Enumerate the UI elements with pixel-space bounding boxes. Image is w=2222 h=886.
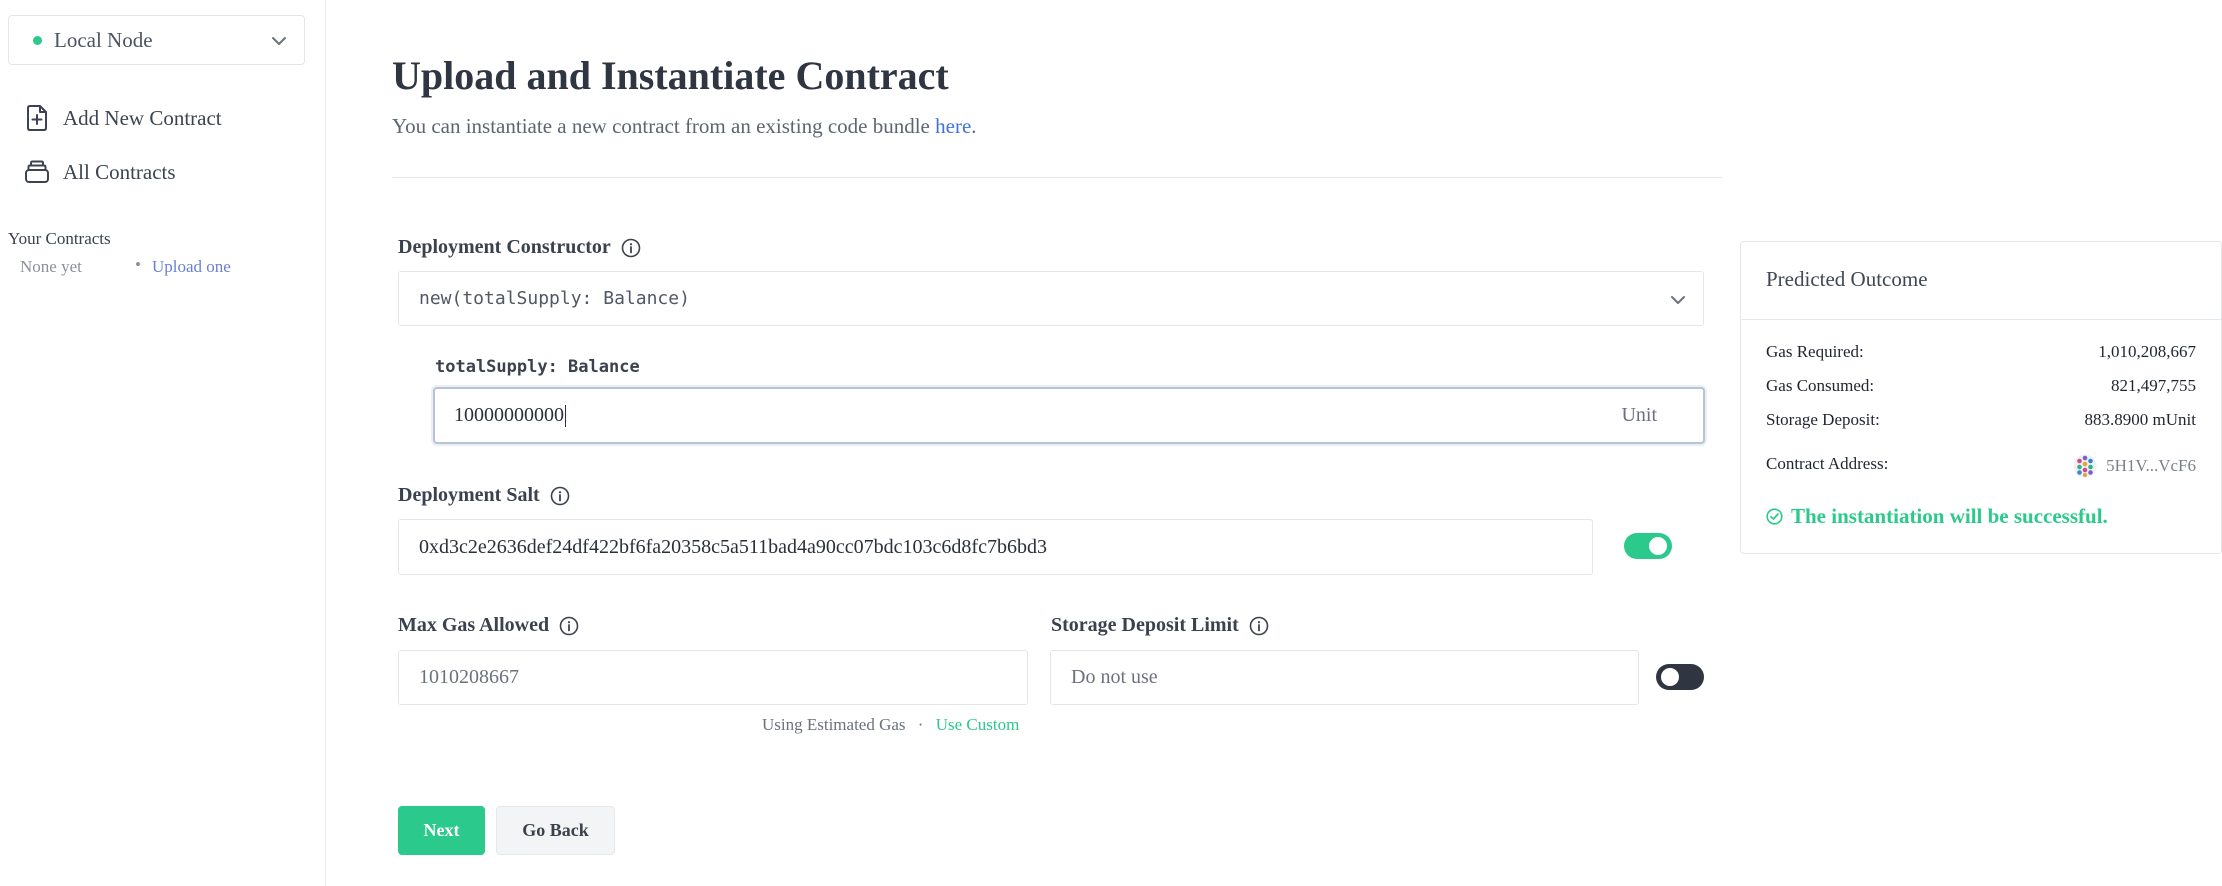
gas-required-row: Gas Required: 1,010,208,667 [1766, 342, 2196, 362]
predicted-outcome-card: Predicted Outcome Gas Required: 1,010,20… [1740, 241, 2222, 554]
info-icon[interactable] [621, 238, 641, 258]
storage-limit-placeholder: Do not use [1071, 666, 1158, 688]
header-divider [392, 177, 1722, 178]
gas-required-label: Gas Required: [1766, 342, 1864, 361]
empty-contracts-text: None yet [20, 257, 82, 276]
toggle-knob [1661, 668, 1679, 686]
identicon-icon [2073, 454, 2097, 478]
contract-address-label: Contract Address: [1766, 454, 1889, 473]
contract-address[interactable]: 5H1V...VcF6 [2073, 454, 2196, 478]
storage-deposit-label: Storage Deposit: [1766, 410, 1880, 429]
go-back-button[interactable]: Go Back [496, 806, 615, 855]
nav-label: Add New Contract [63, 105, 222, 130]
success-text: The instantiation will be successful. [1791, 504, 2108, 528]
gas-consumed-value: 821,497,755 [2111, 376, 2196, 395]
nav-add-new-contract[interactable]: Add New Contract [22, 101, 222, 135]
param-label: totalSupply: Balance [435, 357, 640, 377]
gas-hint: Using Estimated Gas · Use Custom [762, 715, 1019, 735]
total-supply-text: 10000000000 [454, 403, 564, 426]
check-circle-icon [1766, 508, 1783, 525]
salt-toggle[interactable] [1624, 533, 1672, 559]
page-title: Upload and Instantiate Contract [392, 53, 949, 98]
gas-consumed-row: Gas Consumed: 821,497,755 [1766, 376, 2196, 396]
gas-consumed-label: Gas Consumed: [1766, 376, 1875, 395]
nav-label: All Contracts [63, 159, 176, 184]
next-button[interactable]: Next [398, 806, 485, 855]
constructor-select[interactable]: new(totalSupply: Balance) [398, 271, 1704, 326]
salt-label: Deployment Salt [398, 484, 570, 507]
storage-limit-label: Storage Deposit Limit [1051, 614, 1269, 637]
gas-hint-text: Using Estimated Gas [762, 715, 906, 734]
info-icon[interactable] [559, 616, 579, 636]
subtitle-suffix: . [971, 114, 977, 138]
here-link[interactable]: here [935, 114, 971, 138]
chevron-down-icon [270, 32, 288, 50]
use-custom-link[interactable]: Use Custom [936, 715, 1020, 734]
contract-address-value: 5H1V...VcF6 [2106, 456, 2196, 475]
constructor-value: new(totalSupply: Balance) [419, 288, 690, 309]
storage-deposit-value: 883.8900 mUnit [2084, 410, 2196, 429]
constructor-label: Deployment Constructor [398, 236, 641, 259]
toggle-knob [1649, 537, 1667, 555]
separator: • [135, 255, 141, 274]
max-gas-label: Max Gas Allowed [398, 614, 579, 637]
nav-all-contracts[interactable]: All Contracts [22, 155, 176, 189]
upload-one-link[interactable]: Upload one [152, 257, 231, 277]
stack-icon [22, 160, 52, 184]
max-gas-input[interactable]: 1010208667 [398, 650, 1028, 705]
network-selector[interactable]: Local Node [8, 15, 305, 65]
subtitle-text: You can instantiate a new contract from … [392, 114, 936, 138]
max-gas-label-text: Max Gas Allowed [398, 614, 550, 636]
outcome-divider [1741, 319, 2221, 320]
text-cursor [565, 405, 566, 428]
network-label: Local Node [54, 27, 153, 52]
gas-required-value: 1,010,208,667 [2098, 342, 2196, 361]
your-contracts-heading: Your Contracts [8, 229, 111, 248]
page-subtitle: You can instantiate a new contract from … [392, 114, 977, 139]
outcome-title: Predicted Outcome [1766, 267, 1928, 291]
storage-limit-input[interactable]: Do not use [1050, 650, 1639, 705]
unit-label: Unit [1621, 404, 1657, 426]
info-icon[interactable] [550, 486, 570, 506]
info-icon[interactable] [1249, 616, 1269, 636]
storage-limit-label-text: Storage Deposit Limit [1051, 614, 1239, 636]
success-message: The instantiation will be successful. [1766, 504, 2108, 529]
max-gas-value: 1010208667 [419, 666, 519, 688]
salt-label-text: Deployment Salt [398, 484, 540, 506]
storage-limit-toggle[interactable] [1656, 664, 1704, 690]
salt-input[interactable]: 0xd3c2e2636def24df422bf6fa20358c5a511bad… [398, 519, 1593, 575]
salt-value: 0xd3c2e2636def24df422bf6fa20358c5a511bad… [419, 535, 1047, 558]
contract-address-row: Contract Address: 5H1V...VcF6 [1766, 454, 2196, 478]
separator: · [917, 715, 924, 734]
constructor-label-text: Deployment Constructor [398, 236, 611, 258]
chevron-down-icon [1669, 291, 1687, 309]
storage-deposit-row: Storage Deposit: 883.8900 mUnit [1766, 410, 2196, 430]
file-plus-icon [22, 105, 52, 131]
status-dot-icon [33, 35, 42, 45]
sidebar: Local Node Add New Contract All Contract… [0, 0, 326, 886]
total-supply-input[interactable]: 10000000000 Unit [433, 387, 1705, 444]
total-supply-value: 10000000000 [454, 403, 566, 428]
